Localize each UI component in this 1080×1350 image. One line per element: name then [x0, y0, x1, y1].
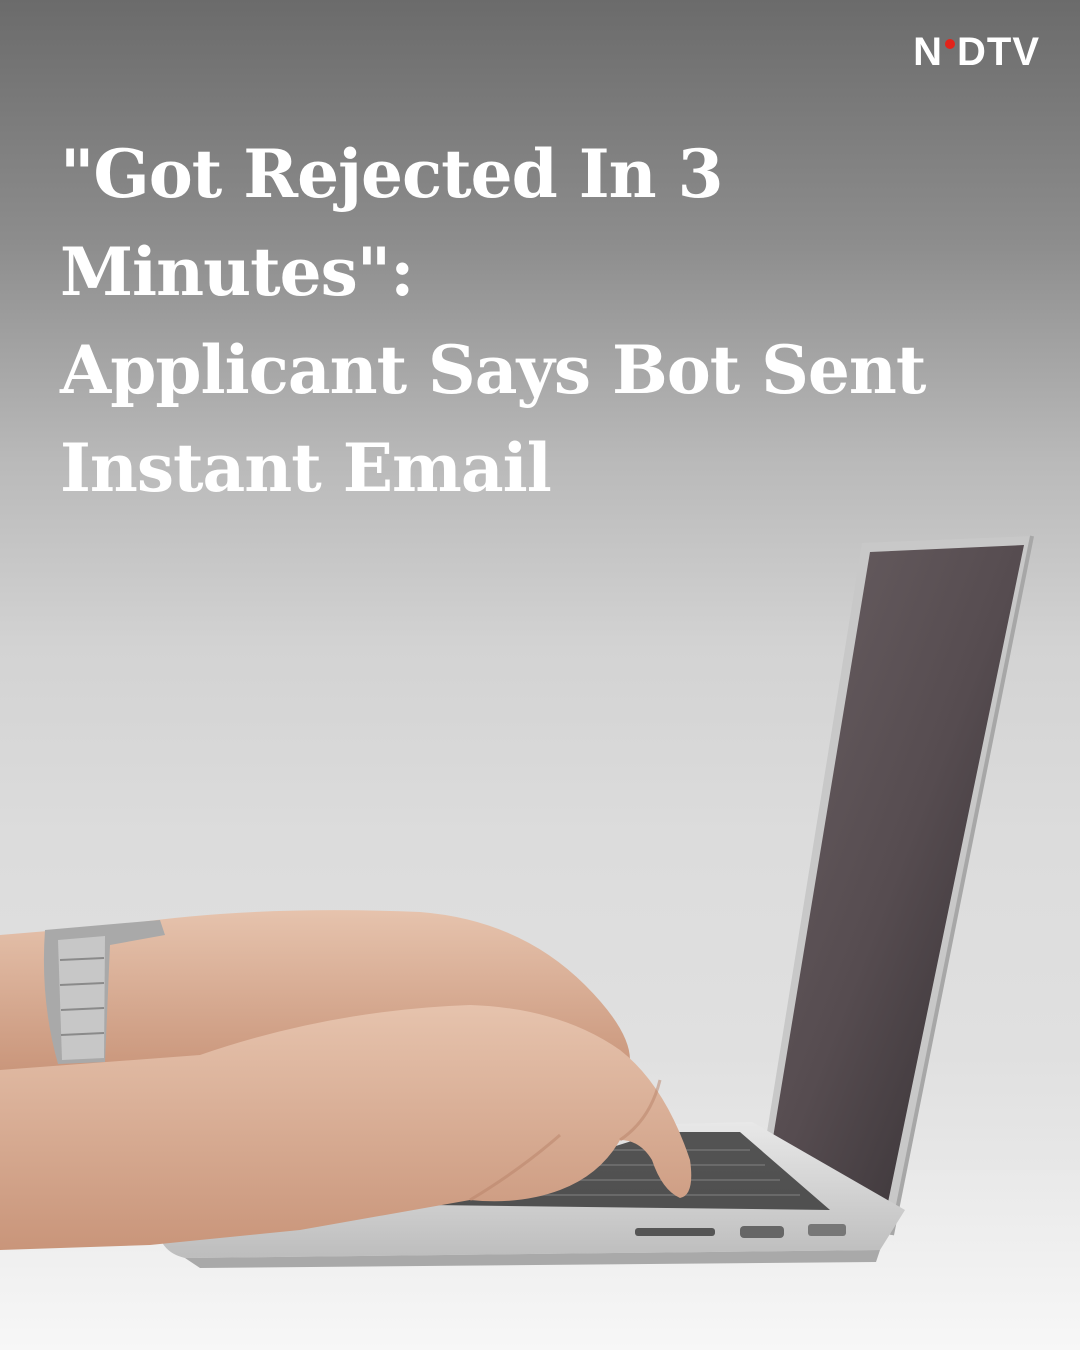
headline-line-3: Instant Email	[60, 429, 552, 507]
logo-letters-dtv: DTV	[957, 30, 1040, 74]
headline-line-2: Applicant Says Bot Sent	[60, 331, 926, 409]
headline-line-1: "Got Rejected In 3 Minutes":	[60, 135, 723, 311]
ndtv-logo: N DTV	[913, 30, 1040, 75]
logo-red-dot-icon	[945, 38, 955, 49]
headline: "Got Rejected In 3 Minutes": Applicant S…	[60, 125, 1040, 517]
logo-letter-n: N	[913, 30, 943, 74]
